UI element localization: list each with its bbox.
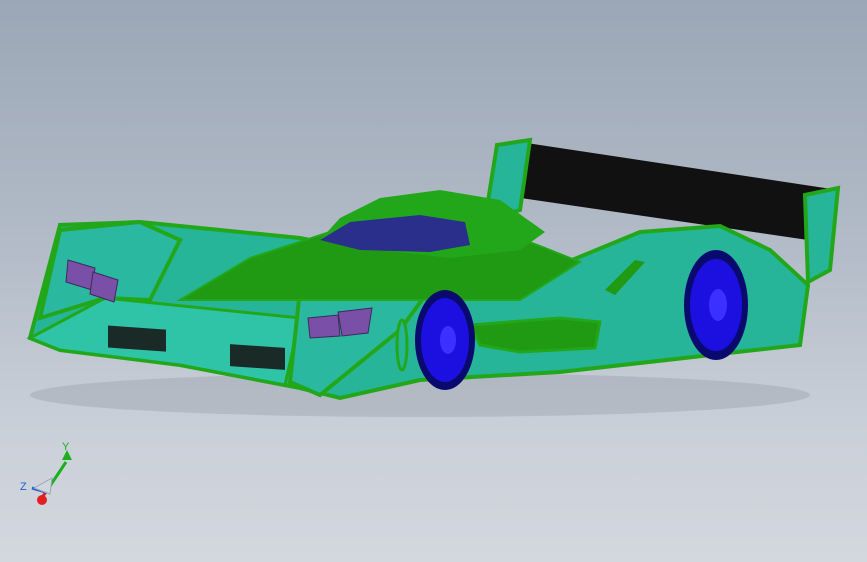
- side-intake: [467, 316, 602, 354]
- y-axis-label: Y: [62, 441, 70, 453]
- front-left-intake: [108, 325, 166, 352]
- graphics-viewport[interactable]: Y Z: [0, 0, 867, 562]
- right-headlight: [307, 314, 341, 339]
- rear-wheel[interactable]: [684, 250, 748, 360]
- race-car-3d-model[interactable]: [0, 0, 867, 562]
- z-axis-plane: [32, 477, 53, 495]
- view-triad[interactable]: Y Z: [18, 440, 78, 510]
- rear-wing-right-endplate: [802, 185, 841, 286]
- rear-wing-plane: [500, 142, 838, 240]
- rear-hub: [709, 289, 727, 321]
- front-hub: [440, 326, 456, 354]
- front-wheel[interactable]: [415, 290, 475, 390]
- right-headlight-inner: [337, 307, 373, 337]
- front-right-intake: [230, 344, 285, 370]
- front-arch-vent: [395, 318, 409, 372]
- x-axis-knob: [37, 495, 47, 505]
- z-axis-label: Z: [20, 481, 27, 493]
